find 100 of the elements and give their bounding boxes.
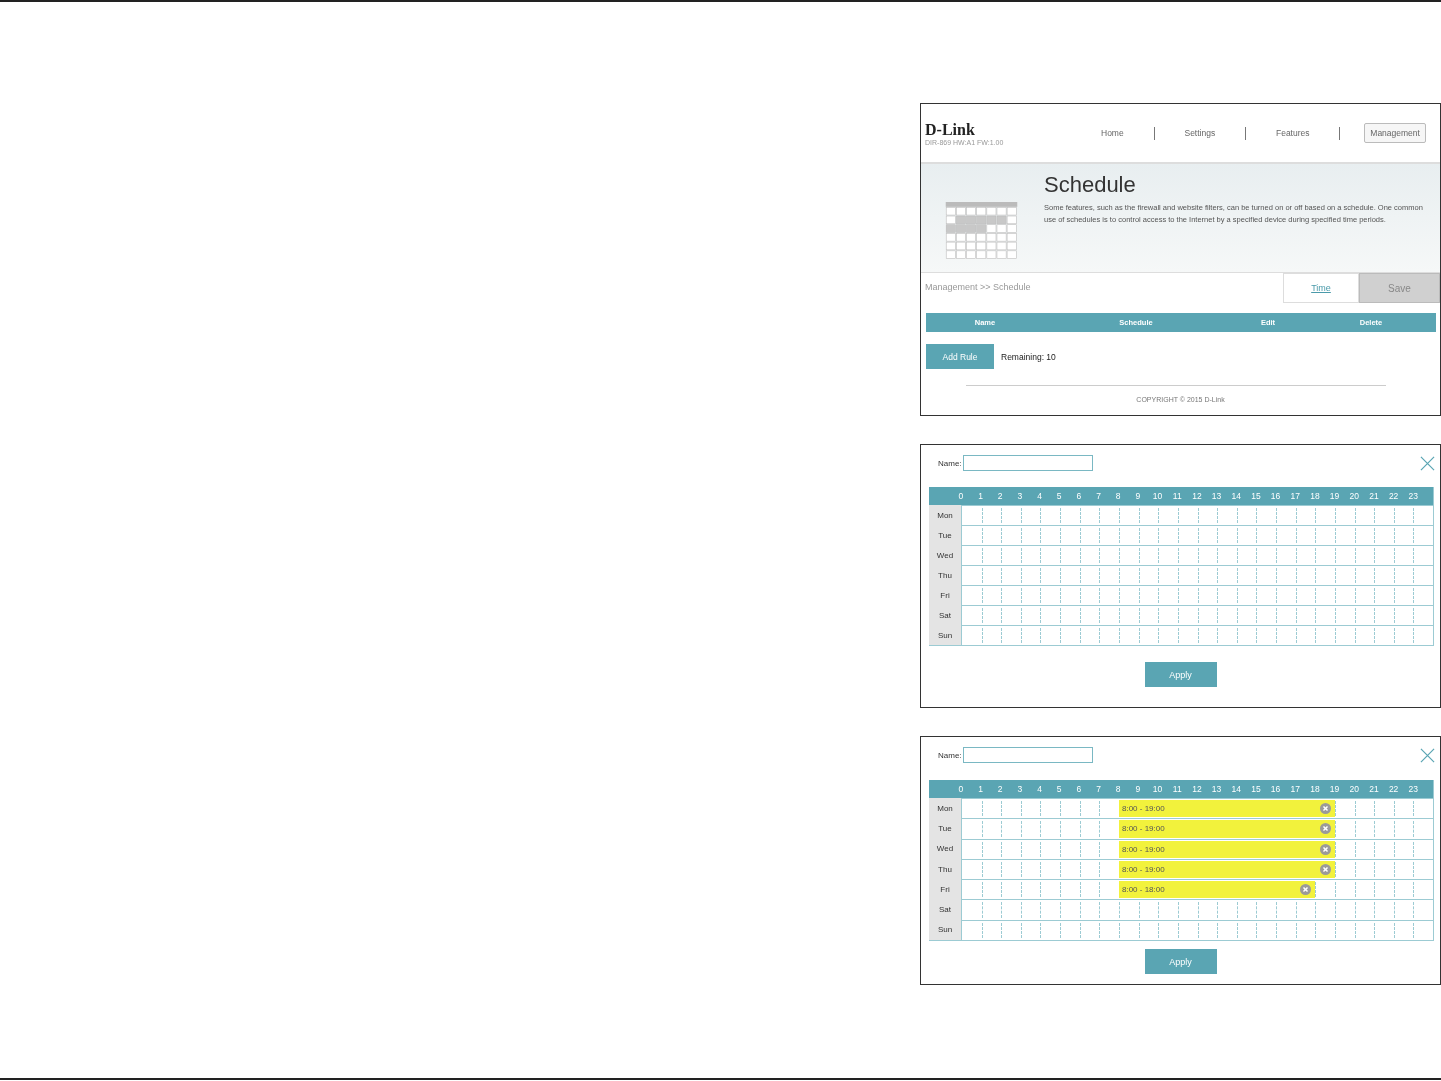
delete-icon[interactable] <box>1319 803 1331 815</box>
day-label: Sun <box>929 625 961 645</box>
day-timeline[interactable] <box>961 899 1433 920</box>
hour-label: 19 <box>1328 491 1341 501</box>
schedule-block[interactable]: 8:00 - 19:00 <box>1119 820 1335 838</box>
hour-label: 11 <box>1171 784 1183 794</box>
hour-label: 9 <box>1134 784 1142 794</box>
name-label: Name: <box>938 750 962 760</box>
hour-label: 18 <box>1309 784 1321 794</box>
hour-label: 4 <box>1036 491 1043 501</box>
hour-label: 2 <box>996 784 1004 794</box>
nav-tab[interactable]: Features <box>1269 123 1316 143</box>
hour-label: 6 <box>1075 784 1083 794</box>
day-timeline[interactable] <box>961 605 1433 625</box>
hour-label: 5 <box>1055 784 1063 794</box>
hour-label: 3 <box>1016 491 1024 501</box>
hour-label: 3 <box>1016 784 1024 794</box>
nav-tab[interactable]: Home <box>1095 123 1130 143</box>
day-timeline[interactable] <box>961 625 1433 645</box>
hour-label: 10 <box>1151 784 1164 794</box>
hour-label: 5 <box>1055 491 1063 501</box>
hour-label: 6 <box>1075 491 1083 501</box>
hour-label: 16 <box>1269 784 1282 794</box>
day-label: Tue <box>929 525 961 545</box>
hour-label: 12 <box>1191 491 1203 501</box>
hour-label: 8 <box>1114 491 1122 501</box>
time-tab[interactable]: Time <box>1283 273 1359 303</box>
day-label: Thu <box>929 565 961 585</box>
hour-label: 4 <box>1036 784 1043 794</box>
name-field[interactable] <box>962 455 1093 471</box>
day-timeline[interactable] <box>961 585 1433 605</box>
day-timeline[interactable] <box>961 565 1433 585</box>
hour-label: 19 <box>1328 784 1341 794</box>
nav-tab[interactable]: Settings <box>1178 123 1222 143</box>
name-label: Name: <box>938 458 962 468</box>
hour-label: 22 <box>1387 491 1400 501</box>
hour-label: 8 <box>1114 784 1122 794</box>
nav-tab[interactable]: Management <box>1364 123 1426 143</box>
hour-label: 13 <box>1210 491 1223 501</box>
hour-label: 1 <box>977 784 984 794</box>
hour-label: 17 <box>1289 784 1301 794</box>
delete-icon[interactable] <box>1319 843 1331 855</box>
schedule-block[interactable]: 8:00 - 19:00 <box>1119 800 1335 818</box>
hour-label: 1 <box>977 491 984 501</box>
day-timeline[interactable]: 8:00 - 19:00 <box>961 798 1433 819</box>
hour-label: 13 <box>1210 784 1223 794</box>
hour-label: 23 <box>1407 491 1419 501</box>
day-label: Sat <box>929 605 961 625</box>
delete-icon[interactable] <box>1300 884 1312 896</box>
hour-label: 18 <box>1309 491 1321 501</box>
hour-label: 21 <box>1368 784 1380 794</box>
day-timeline[interactable] <box>961 545 1433 565</box>
hour-label: 10 <box>1151 491 1164 501</box>
hour-label: 22 <box>1387 784 1400 794</box>
hour-label: 20 <box>1348 491 1360 501</box>
hour-label: 0 <box>957 784 965 794</box>
hour-label: 7 <box>1095 491 1102 501</box>
hour-label: 2 <box>996 491 1004 501</box>
breadcrumb: Management >> Schedule <box>924 281 1032 294</box>
calendar-icon <box>945 202 1018 260</box>
hour-label: 0 <box>957 491 965 501</box>
close-icon[interactable] <box>1420 455 1435 471</box>
day-label: Wed <box>929 545 961 565</box>
day-label: Thu <box>929 858 961 880</box>
schedule-block[interactable]: 8:00 - 18:00 <box>1119 881 1316 899</box>
brand-logo: D-Link <box>925 120 976 139</box>
remaining-count: Remaining: 10 <box>1001 351 1056 362</box>
hour-label: 17 <box>1289 491 1301 501</box>
schedule-block[interactable]: 8:00 - 19:00 <box>1119 840 1335 858</box>
day-label: Wed <box>929 838 961 859</box>
hour-label: 9 <box>1134 491 1142 501</box>
name-field[interactable] <box>962 747 1093 763</box>
day-timeline[interactable] <box>961 505 1433 525</box>
day-timeline[interactable] <box>961 525 1433 545</box>
day-label: Sat <box>929 899 961 920</box>
hour-label: 16 <box>1269 491 1282 501</box>
day-label: Mon <box>929 798 961 819</box>
day-timeline[interactable]: 8:00 - 19:00 <box>961 818 1433 839</box>
close-icon[interactable] <box>1420 747 1435 763</box>
hour-label: 11 <box>1171 491 1183 501</box>
page-title: Schedule <box>1044 172 1137 198</box>
hour-label: 20 <box>1348 784 1360 794</box>
hour-label: 23 <box>1407 784 1419 794</box>
day-timeline[interactable]: 8:00 - 19:00 <box>961 858 1433 880</box>
day-timeline[interactable]: 8:00 - 18:00 <box>961 879 1433 900</box>
day-label: Tue <box>929 818 961 839</box>
day-label: Mon <box>929 505 961 525</box>
hour-label: 14 <box>1230 784 1242 794</box>
hour-label: 15 <box>1250 784 1262 794</box>
hour-label: 7 <box>1095 784 1102 794</box>
hour-label: 21 <box>1368 491 1380 501</box>
delete-icon[interactable] <box>1319 823 1331 835</box>
hour-label: 15 <box>1250 491 1262 501</box>
day-label: Sun <box>929 919 961 941</box>
day-label: Fri <box>929 879 961 900</box>
day-timeline[interactable] <box>961 919 1433 941</box>
hour-label: 14 <box>1230 491 1242 501</box>
day-timeline[interactable]: 8:00 - 19:00 <box>961 838 1433 859</box>
delete-icon[interactable] <box>1319 864 1331 876</box>
schedule-block[interactable]: 8:00 - 19:00 <box>1119 860 1335 879</box>
